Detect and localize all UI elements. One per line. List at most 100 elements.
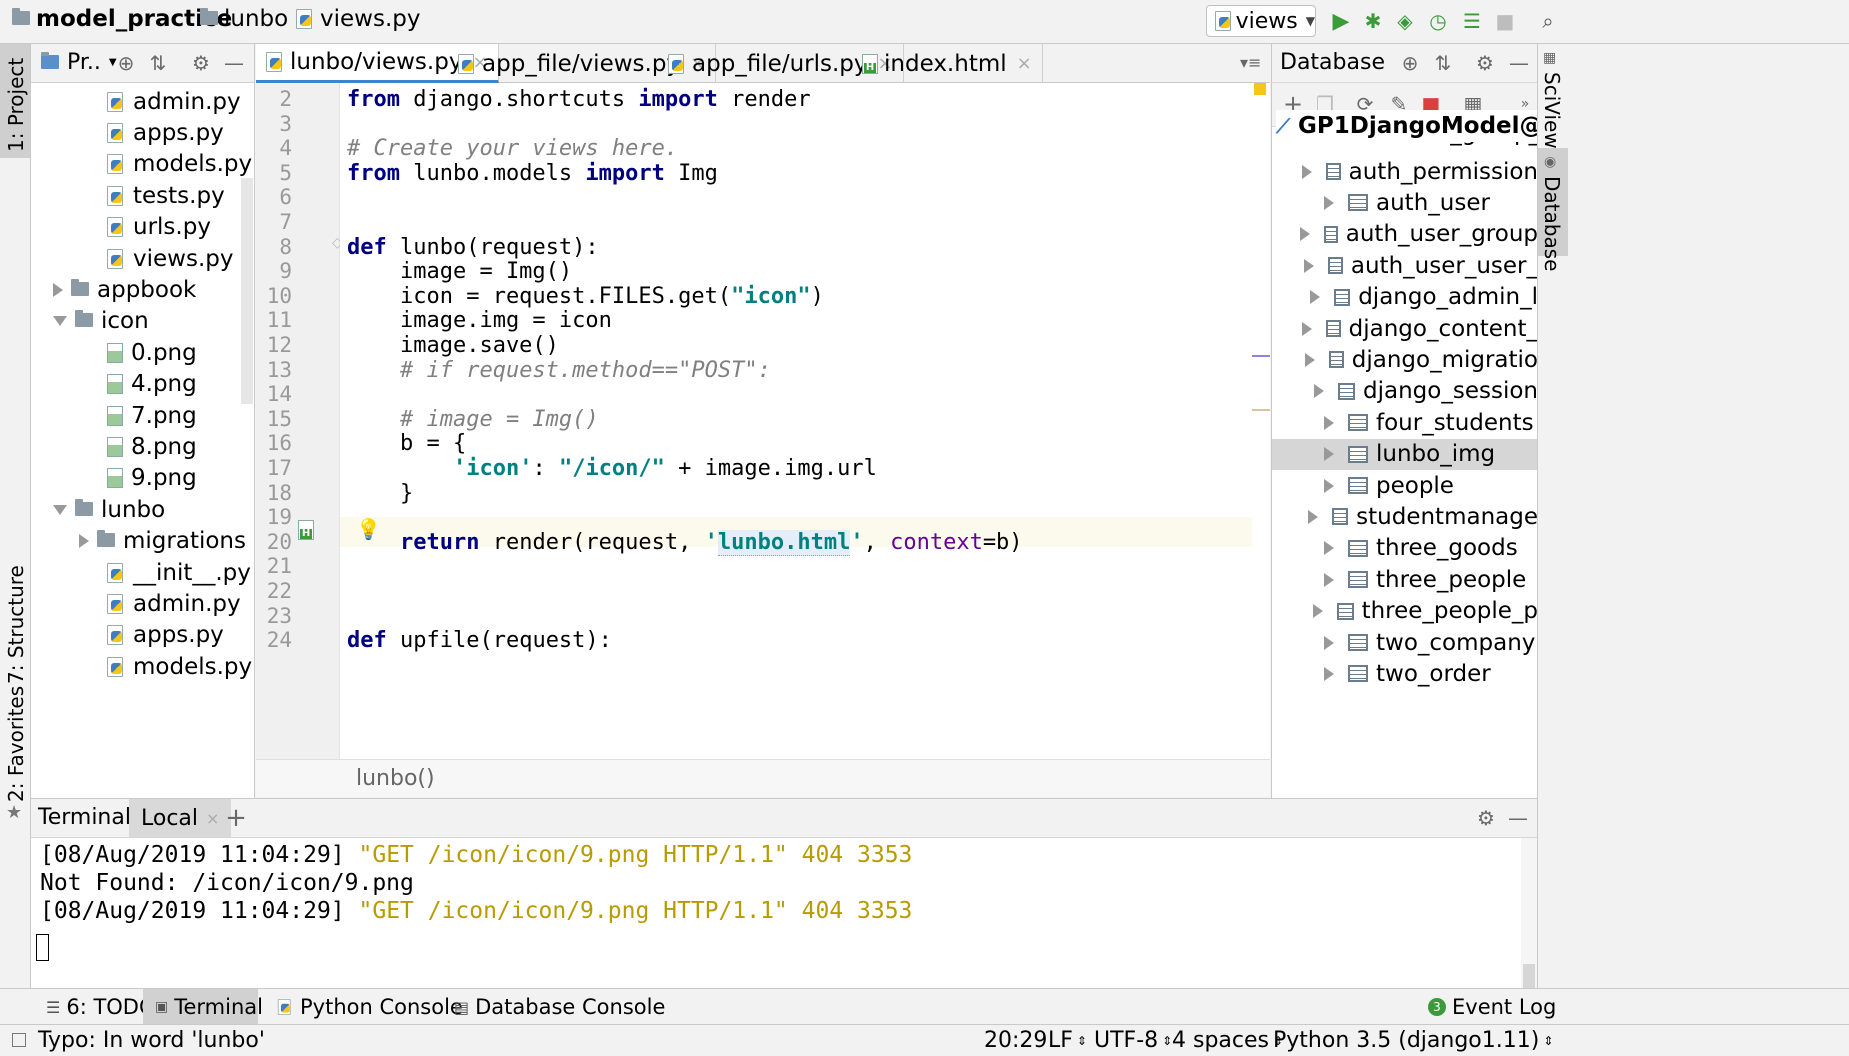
python-interpreter[interactable]: Python 3.5 (django1.11) ⇕: [1273, 1028, 1553, 1053]
debug-icon[interactable]: ✱: [1360, 8, 1386, 34]
code-line[interactable]: from lunbo.models import Img: [347, 161, 718, 186]
expand-arrow-icon[interactable]: [1308, 509, 1319, 524]
favorites-tool-button[interactable]: 2: Favorites ★: [0, 686, 30, 824]
editor-tab[interactable]: index.html ×: [852, 44, 1043, 83]
code-line[interactable]: # image = Img(): [347, 407, 599, 432]
run-configuration-select[interactable]: views ▼: [1206, 5, 1316, 37]
code-line[interactable]: def lunbo(request):: [347, 235, 599, 260]
terminal-tab-local[interactable]: Local ×: [129, 799, 232, 837]
expand-arrow-icon[interactable]: [1304, 352, 1315, 367]
database-connection[interactable]: ⟋ GP1DjangoModel@localh: [1276, 110, 1537, 142]
expand-arrow-icon[interactable]: [1324, 541, 1334, 556]
project-tree-item[interactable]: urls.py: [107, 212, 211, 243]
close-icon[interactable]: ×: [1017, 53, 1032, 74]
gear-icon[interactable]: ⚙: [1473, 805, 1499, 831]
project-tree-item[interactable]: admin.py: [107, 588, 241, 619]
project-tree-item[interactable]: models.py: [107, 149, 252, 180]
collapse-arrow-icon[interactable]: [53, 316, 67, 327]
project-view-select[interactable]: Pr.. ▼: [41, 50, 117, 75]
project-tree-item[interactable]: tests.py: [107, 180, 225, 211]
locate-icon[interactable]: ⊕: [1397, 50, 1423, 76]
code-line[interactable]: from django.shortcuts import render: [347, 87, 811, 112]
editor-scrollbar[interactable]: [1252, 83, 1270, 759]
expand-arrow-icon[interactable]: [1324, 415, 1334, 430]
database-table-item[interactable]: people: [1272, 470, 1537, 501]
database-tool-button[interactable]: ◉ Database: [1538, 148, 1568, 271]
expand-arrow-icon[interactable]: [1302, 164, 1313, 179]
database-table-item[interactable]: django_content_: [1272, 313, 1537, 344]
file-encoding[interactable]: UTF-8 ⇕: [1094, 1028, 1172, 1053]
code-line[interactable]: def upfile(request):: [347, 628, 612, 653]
terminal-scroll-thumb[interactable]: [1523, 964, 1535, 988]
code-line[interactable]: image.save(): [347, 333, 559, 358]
project-tree-item[interactable]: apps.py: [107, 620, 224, 651]
project-tree-item[interactable]: models.py: [107, 651, 252, 682]
collapse-arrow-icon[interactable]: [53, 504, 67, 515]
database-table-item[interactable]: two_company: [1272, 627, 1537, 658]
locate-icon[interactable]: ⊕: [113, 50, 139, 76]
project-tree-item[interactable]: 4.png: [107, 369, 197, 400]
caret-position[interactable]: 20:29: [984, 1028, 1047, 1053]
database-table-item[interactable]: auth_permission: [1272, 156, 1537, 187]
database-table-item[interactable]: two_order: [1272, 658, 1537, 689]
indent-setting[interactable]: 4 spaces ⇕: [1172, 1028, 1283, 1053]
project-tree-item[interactable]: appbook: [53, 274, 196, 305]
code-line[interactable]: # if request.method=="POST":: [347, 358, 771, 383]
database-console-tab[interactable]: ▤ Database Console: [442, 989, 677, 1025]
project-tool-button[interactable]: 1: Project: [0, 44, 30, 158]
code-line[interactable]: b = {: [347, 431, 466, 456]
expand-arrow-icon[interactable]: [1324, 635, 1334, 650]
project-tree-item[interactable]: views.py: [107, 243, 233, 274]
expand-arrow-icon[interactable]: [1312, 604, 1323, 619]
html-gutter-icon[interactable]: [298, 520, 314, 544]
expand-arrow-icon[interactable]: [1324, 572, 1334, 587]
stop-icon[interactable]: ■: [1492, 8, 1518, 34]
hide-icon[interactable]: —: [1506, 50, 1532, 76]
database-table-item[interactable]: auth_user_user_: [1272, 250, 1537, 281]
breadcrumb-file[interactable]: views.py: [296, 6, 420, 32]
project-tree-item[interactable]: admin.py: [107, 86, 241, 117]
terminal-output[interactable]: [08/Aug/2019 11:04:29] "GET /icon/icon/9…: [31, 838, 1521, 988]
code-line[interactable]: 'icon': "/icon/" + image.img.url: [347, 456, 877, 481]
structure-tool-button[interactable]: 7: Structure: [0, 564, 30, 694]
expand-arrow-icon[interactable]: [1324, 195, 1334, 210]
gear-icon[interactable]: ⚙: [188, 50, 214, 76]
collapse-all-icon[interactable]: ⇅: [1430, 50, 1456, 76]
database-table-item[interactable]: django_migratio: [1272, 344, 1537, 375]
close-icon[interactable]: ×: [206, 809, 219, 828]
database-table-item[interactable]: django_session: [1272, 376, 1537, 407]
terminal-scrollbar[interactable]: [1521, 838, 1537, 988]
sciview-tool-button[interactable]: ▦ SciView: [1538, 44, 1568, 149]
expand-arrow-icon[interactable]: [1324, 478, 1334, 493]
terminal-tab[interactable]: ▣ Terminal: [143, 989, 263, 1025]
expand-arrow-icon[interactable]: [1302, 321, 1313, 336]
project-tree-item[interactable]: icon: [53, 306, 149, 337]
run-icon[interactable]: ▶: [1328, 8, 1354, 34]
gear-icon[interactable]: ⚙: [1472, 50, 1498, 76]
line-separator[interactable]: LF ⇕: [1048, 1028, 1087, 1053]
project-tree-item[interactable]: 0.png: [107, 337, 197, 368]
code-line[interactable]: image.img = icon: [347, 308, 612, 333]
breadcrumb-folder[interactable]: lunbo: [200, 6, 288, 32]
expand-arrow-icon[interactable]: [1309, 290, 1320, 305]
expand-arrow-icon[interactable]: [1299, 227, 1310, 242]
project-tree-item[interactable]: __init__.py: [107, 557, 251, 588]
project-tree-item[interactable]: 8.png: [107, 431, 197, 462]
function-breadcrumb[interactable]: lunbo(): [356, 766, 435, 791]
project-tree-item[interactable]: migrations: [79, 526, 246, 557]
expand-arrow-icon[interactable]: [1313, 384, 1324, 399]
expand-arrow-icon[interactable]: [53, 282, 63, 297]
code-line[interactable]: # Create your views here.: [347, 136, 678, 161]
tab-list-icon[interactable]: ▾≡: [1240, 53, 1261, 72]
database-table-item[interactable]: lunbo_img: [1272, 438, 1537, 470]
code-line[interactable]: image = Img(): [347, 259, 572, 284]
project-scrollbar[interactable]: [241, 178, 253, 404]
project-tree-item[interactable]: lunbo: [53, 494, 165, 525]
expand-arrow-icon[interactable]: [1304, 258, 1315, 273]
coverage-icon[interactable]: ◈: [1392, 8, 1418, 34]
code-line[interactable]: return render(request, 'lunbo.html', con…: [347, 529, 1023, 556]
database-table-item[interactable]: three_goods: [1272, 533, 1537, 564]
project-tree-item[interactable]: 9.png: [107, 463, 197, 494]
project-tree-item[interactable]: 7.png: [107, 400, 197, 431]
database-table-item[interactable]: three_people_p: [1272, 596, 1537, 627]
